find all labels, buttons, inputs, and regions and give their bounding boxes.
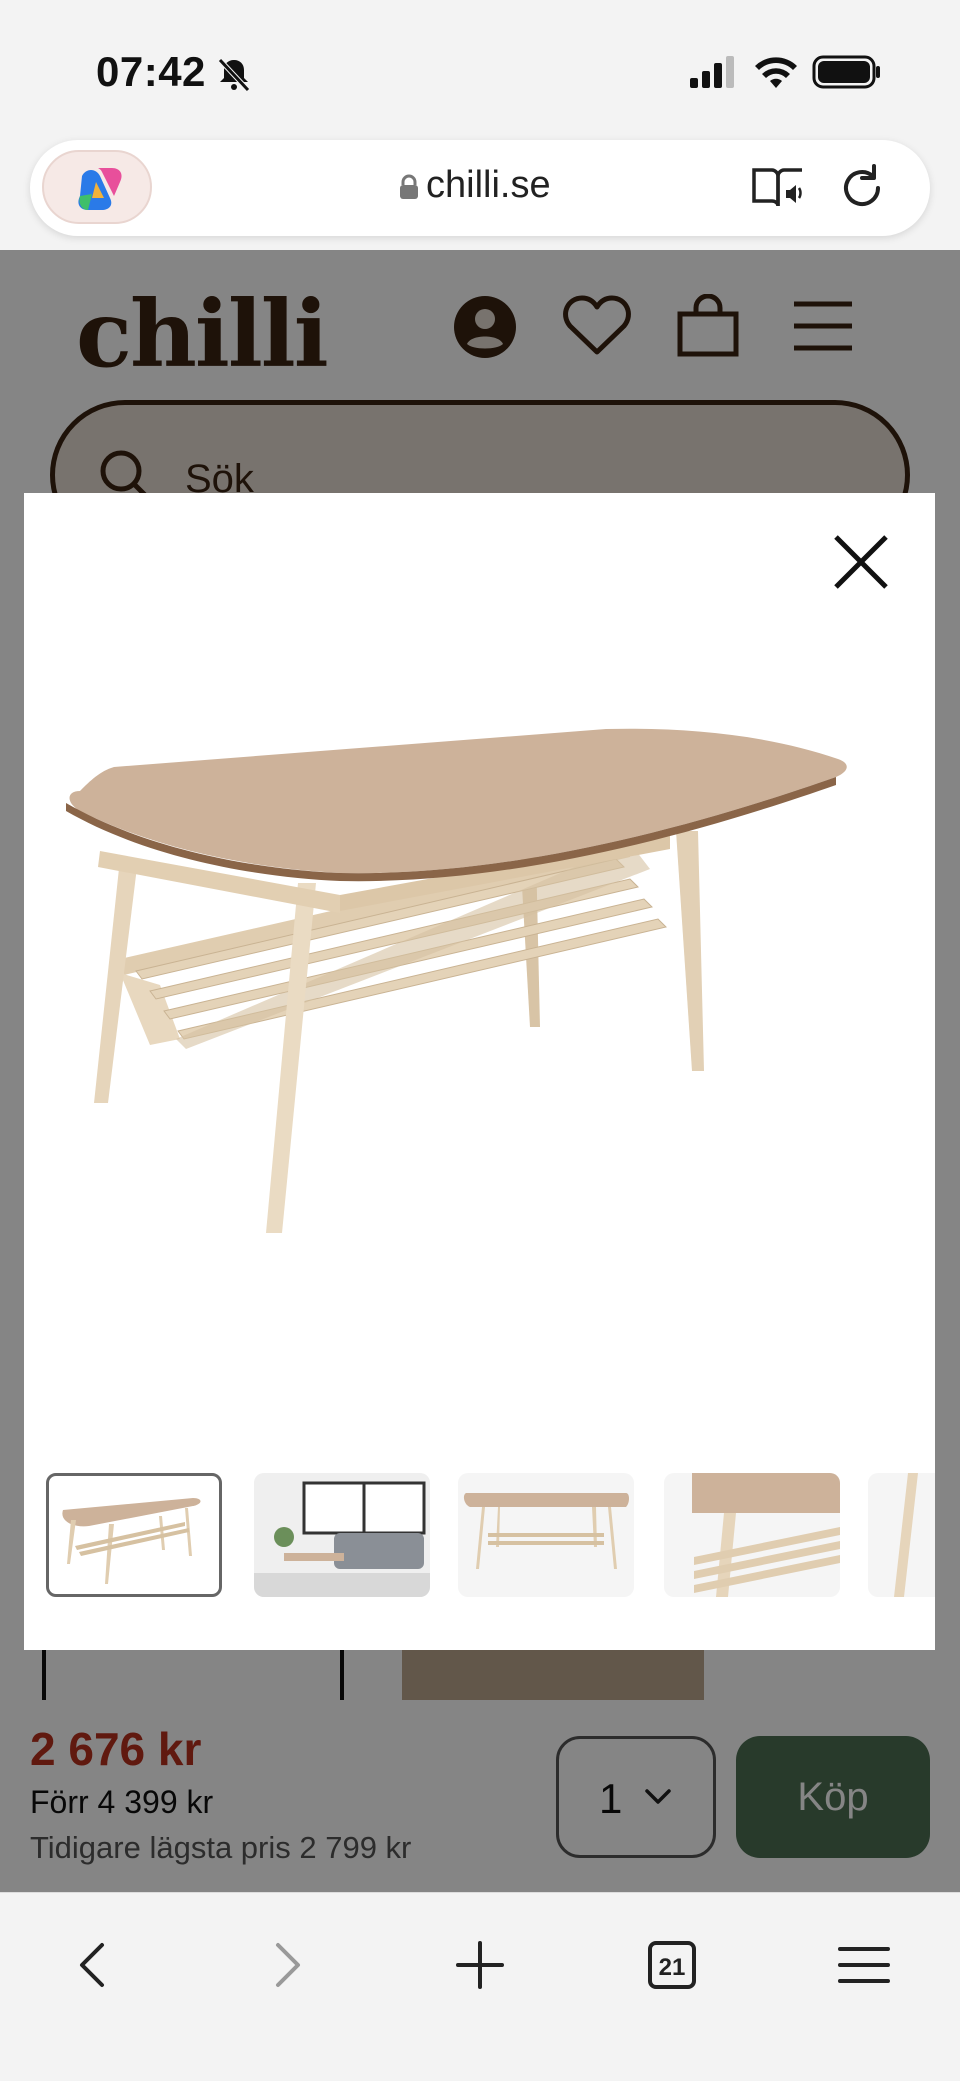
close-icon[interactable] (832, 533, 890, 591)
copilot-button[interactable] (42, 150, 152, 224)
battery-icon (812, 55, 880, 89)
thumbnail-image (894, 1473, 918, 1597)
thumbnail-2[interactable] (254, 1473, 430, 1597)
url-text[interactable]: chilli.se (426, 164, 551, 207)
tabs-icon: 21 (648, 1941, 696, 1989)
thumbnail-strip (24, 1473, 935, 1603)
signal-icon (690, 56, 734, 88)
thumbnail-5[interactable] (868, 1473, 935, 1597)
lock-icon (400, 174, 418, 199)
price-bar-dim (0, 1700, 960, 1892)
thumbnail-image (62, 1498, 201, 1584)
reader-mode-icon[interactable] (750, 164, 806, 212)
reload-icon[interactable] (836, 162, 888, 214)
new-tab-icon[interactable] (452, 1937, 508, 1993)
product-image (66, 728, 847, 1233)
browser-toolbar: 21 (0, 1892, 960, 2081)
status-bar: 07:42 (0, 0, 960, 140)
wifi-icon (755, 57, 797, 88)
status-time: 07:42 (96, 48, 206, 95)
bell-slash-icon (218, 58, 250, 92)
tab-count: 21 (659, 1954, 686, 1981)
image-gallery-modal (24, 493, 935, 1650)
forward-icon[interactable] (258, 1937, 314, 1993)
menu-icon[interactable] (836, 1937, 892, 1993)
copilot-icon (78, 168, 122, 210)
thumbnail-image (692, 1473, 840, 1597)
thumbnail-3[interactable] (458, 1473, 634, 1597)
address-bar[interactable]: chilli.se (30, 140, 930, 236)
thumbnail-1[interactable] (46, 1473, 222, 1597)
thumbnail-4[interactable] (664, 1473, 840, 1597)
thumbnail-image (254, 1473, 430, 1597)
thumbnail-image (463, 1493, 629, 1569)
back-icon[interactable] (66, 1937, 122, 1993)
tabs-button[interactable]: 21 (644, 1937, 700, 1993)
